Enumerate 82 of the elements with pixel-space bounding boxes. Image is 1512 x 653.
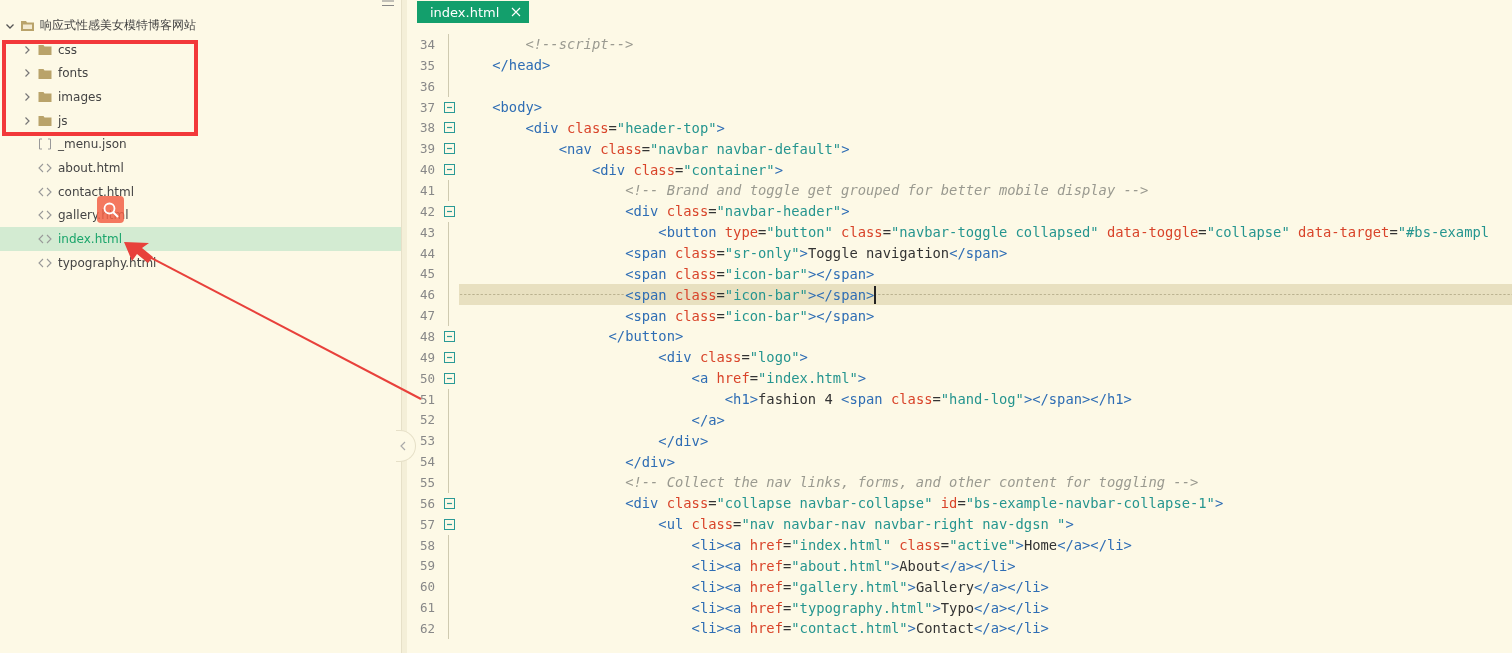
tree-item[interactable]: 响应式性感美女模特博客网站	[0, 14, 401, 38]
line-number: 57	[418, 516, 435, 532]
code-line: <ul class="nav navbar-nav navbar-right nav-dgsn ">	[658, 516, 1074, 533]
line-number: 42	[418, 203, 435, 219]
line-number: 53	[418, 433, 435, 449]
code-line: <a href="index.html">	[691, 370, 867, 387]
line-number: 47	[418, 308, 435, 324]
code-line: <!--script-->	[525, 36, 634, 53]
code-line: <!-- Brand and toggle get grouped for better mobile display -->	[625, 182, 1149, 199]
code-file-icon	[38, 210, 52, 221]
line-number: 51	[418, 391, 435, 407]
line-number: 38	[418, 120, 435, 136]
code-line: </button>	[608, 328, 684, 345]
code-line: <button type="button" class="navbar-toggle collapsed" data-toggle="collapse" data-target="#bs-exampl	[658, 224, 1490, 241]
code-line: <!-- Collect the nav links, forms, and other content for toggling -->	[625, 474, 1199, 491]
code-line: <span class="icon-bar"></span>	[625, 307, 875, 324]
line-number: 49	[418, 349, 435, 365]
line-number: 59	[418, 558, 435, 574]
folder-icon	[38, 91, 52, 103]
tree-item[interactable]: about.html	[0, 156, 401, 180]
line-number: 54	[418, 454, 435, 470]
code-line: <div class="container">	[591, 161, 783, 178]
code-line: <body>	[492, 99, 543, 115]
line-number: 35	[418, 57, 435, 73]
code-line: </head>	[492, 57, 551, 74]
line-number: 48	[418, 328, 435, 344]
code-line: <h1>fashion 4 <span class="hand-log"></span></h1>	[724, 391, 1132, 408]
tree-item[interactable]: css	[0, 37, 401, 62]
line-number: 60	[418, 579, 435, 595]
code-line: </a>	[691, 411, 725, 428]
line-number: 39	[418, 141, 435, 157]
code-line: <div class="navbar-header">	[625, 203, 850, 220]
tree-item[interactable]: _menu.json	[0, 132, 401, 157]
code-file-icon	[38, 186, 52, 197]
tree-item[interactable]: typography.html	[0, 250, 401, 275]
code-line: <li><a href="about.html">About</a></li>	[691, 557, 1016, 574]
line-number: 36	[418, 78, 435, 94]
line-number: 37	[418, 99, 435, 115]
folder-label: 响应式性感美女模特博客网站	[40, 17, 196, 35]
code-file-icon	[38, 162, 52, 173]
line-number: 43	[418, 224, 435, 240]
code-line: <div class="collapse navbar-collapse" id="bs-example-navbar-collapse-1">	[625, 495, 1224, 512]
line-number: 58	[418, 537, 435, 553]
code-line: <div class="logo">	[658, 349, 808, 366]
line-number: 40	[418, 162, 435, 178]
chevron-left-icon	[400, 441, 406, 451]
code-line: <nav class="navbar navbar-default">	[558, 140, 850, 157]
folder-icon	[38, 115, 52, 127]
close-icon	[511, 7, 522, 17]
code-file-icon	[38, 234, 52, 245]
code-line: <span class="icon-bar"></span>	[625, 265, 875, 282]
collapse-handle[interactable]	[396, 430, 416, 462]
code-line: <span class="sr-only">Toggle navigation</span>	[625, 245, 1008, 261]
text-cursor	[874, 285, 877, 304]
folder-icon	[38, 67, 52, 79]
tree-item[interactable]: js	[0, 108, 401, 133]
line-number: 62	[418, 621, 435, 636]
folder-icon	[38, 44, 52, 56]
menu-icon	[382, 0, 394, 7]
line-number: 56	[418, 495, 435, 511]
line-number: 34	[418, 36, 435, 52]
tree-item[interactable]: fonts	[0, 61, 401, 86]
code-line: <div class="header-top">	[525, 119, 725, 136]
line-number: 50	[418, 370, 435, 386]
bracket-file-icon	[38, 138, 52, 151]
line-number: 44	[418, 245, 435, 261]
line-number: 46	[418, 287, 435, 303]
line-number: 41	[418, 182, 435, 198]
code-line: <li><a href="gallery.html">Gallery</a></li>	[691, 578, 1049, 595]
line-number: 61	[418, 600, 435, 616]
line-number: 45	[418, 266, 435, 282]
folder-icon	[21, 20, 34, 32]
code-line: </div>	[658, 432, 709, 449]
code-file-icon	[38, 257, 52, 268]
line-number: 55	[418, 474, 435, 490]
code-line: <li><a href="typography.html">Typo</a></li>	[691, 599, 1049, 616]
code-line: <li><a href="index.html" class="active">Home</a></li>	[691, 537, 1132, 554]
line-number: 52	[418, 412, 435, 428]
code-line: </div>	[625, 453, 675, 470]
code-line: <li><a href="contact.html">Contact</a></li>	[691, 620, 1049, 637]
tree-item[interactable]: contact.html	[0, 179, 401, 204]
tree-item[interactable]: images	[0, 85, 401, 109]
